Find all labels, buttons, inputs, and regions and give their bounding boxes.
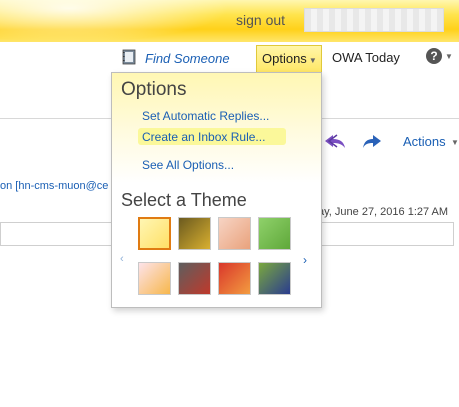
theme-robot-thumbnail[interactable] [178,262,211,295]
actions-chevron-down-icon[interactable]: ▼ [451,138,459,147]
banner-glow [0,0,230,42]
dropdown-title: Options [121,79,187,100]
theme-blue-monster-thumbnail[interactable] [258,262,291,295]
theme-green-leaves-thumbnail[interactable] [258,217,291,250]
message-date: ay, June 27, 2016 1:27 AM [318,206,449,218]
options-dropdown: Options Set Automatic Replies... Create … [111,72,322,308]
see-all-options-link[interactable]: See All Options... [142,158,234,172]
theme-gold-stripes-thumbnail[interactable] [178,217,211,250]
help-chevron-down-icon[interactable]: ▼ [445,52,453,61]
theme-section-title: Select a Theme [121,190,247,210]
chevron-down-icon: ▼ [308,56,317,65]
theme-pink-sunburst-thumbnail[interactable] [138,262,171,295]
chevron-left-icon[interactable]: ‹ [120,253,124,265]
theme-pink-floral-thumbnail[interactable] [218,217,251,250]
reply-all-icon[interactable] [323,132,347,150]
set-automatic-replies-link[interactable]: Set Automatic Replies... [142,109,269,123]
sign-out-link[interactable]: sign out [236,12,285,28]
actions-menu[interactable]: Actions [403,134,446,149]
theme-red-abstract-thumbnail[interactable] [218,262,251,295]
help-icon[interactable]: ? [426,48,442,64]
sender-address[interactable]: on [hn-cms-muon@ce [0,180,108,192]
options-label: Options [262,51,307,66]
user-name-blurred [304,8,444,32]
create-inbox-rule-link[interactable]: Create an Inbox Rule... [142,130,265,144]
theme-yellow-thumbnail[interactable] [138,217,171,250]
chevron-right-icon[interactable]: › [303,253,307,267]
find-someone-link[interactable]: Find Someone [145,51,230,66]
forward-icon[interactable] [362,132,382,150]
owa-today-link[interactable]: OWA Today [332,50,400,65]
options-menu-button[interactable]: Options ▼ [256,45,322,72]
address-book-icon[interactable] [121,49,137,65]
